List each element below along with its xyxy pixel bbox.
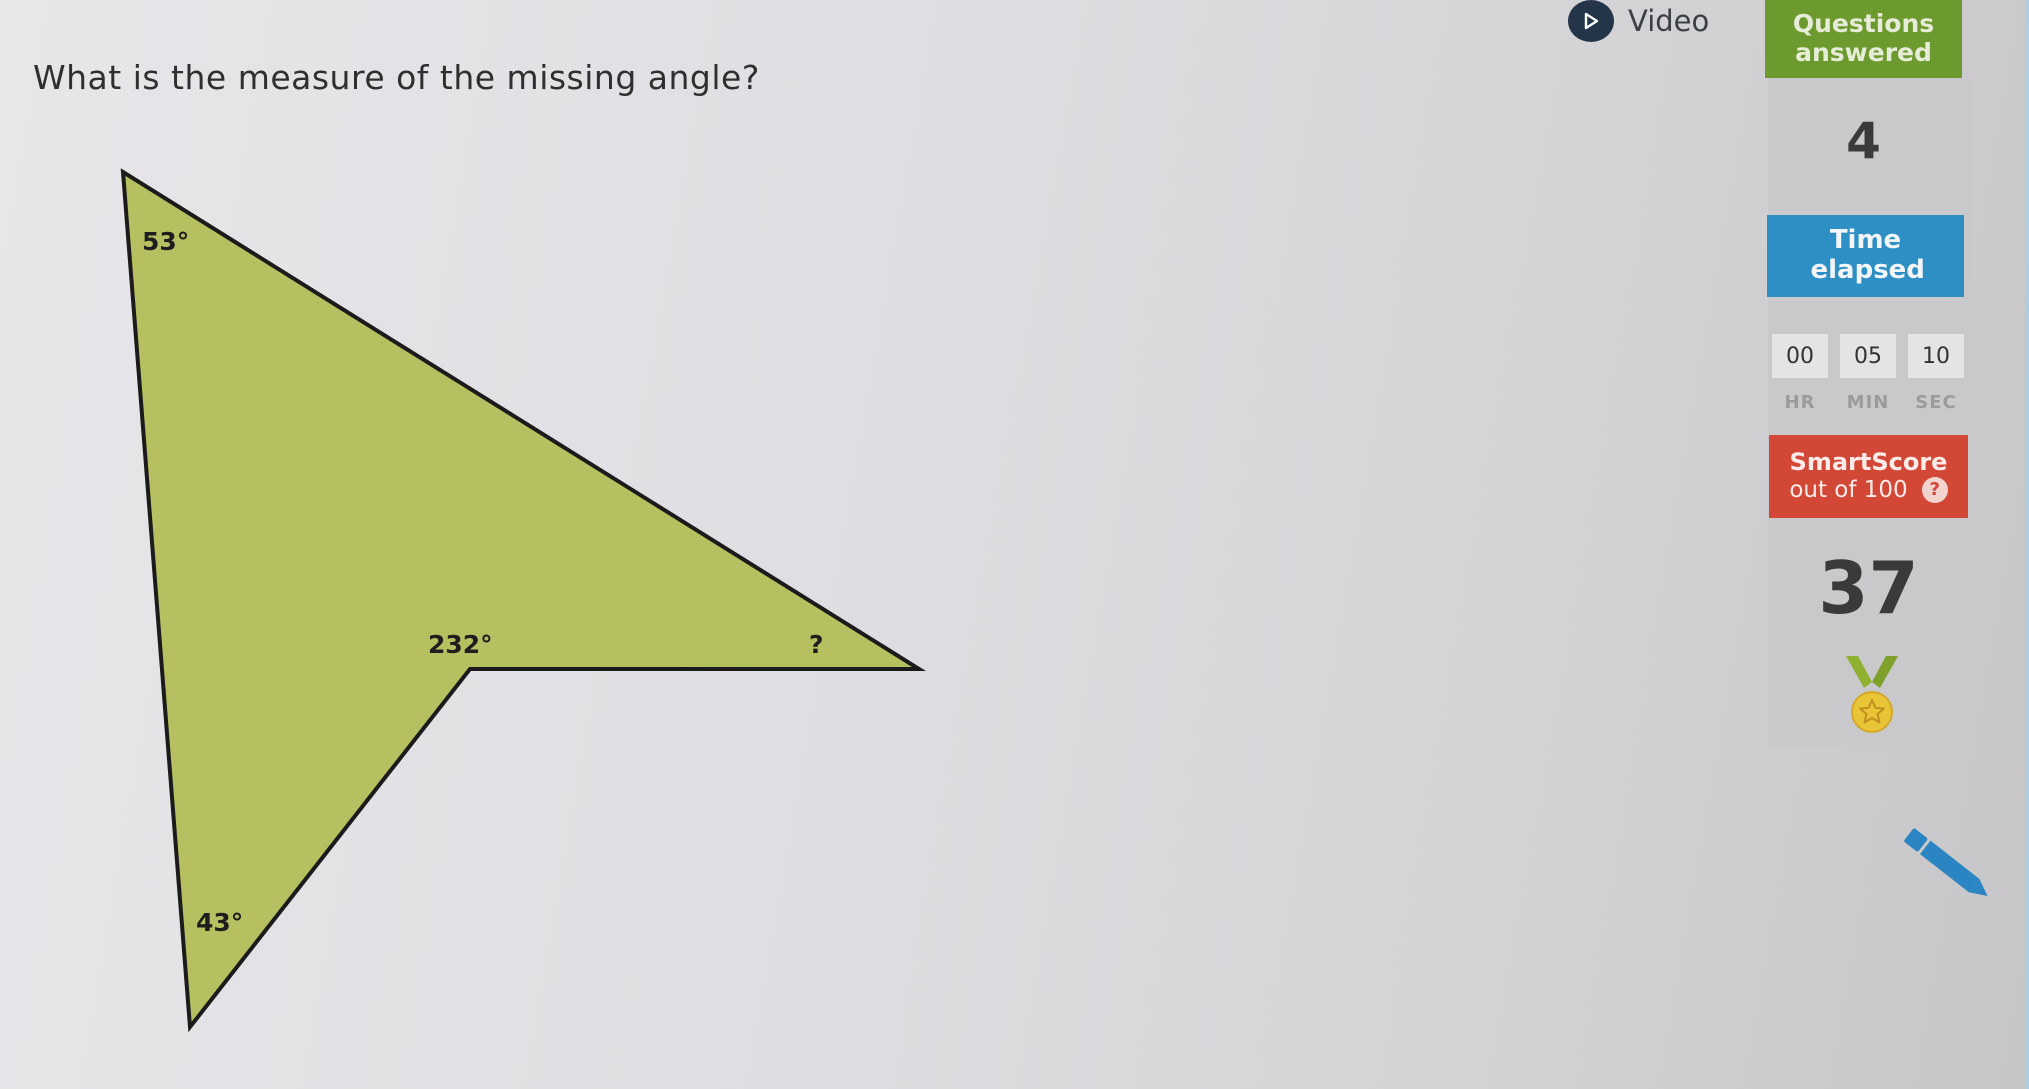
time-minutes: 05 MIN: [1840, 334, 1896, 413]
time-seconds: 10 SEC: [1908, 334, 1964, 413]
time-minutes-unit: MIN: [1846, 392, 1890, 413]
time-hours: 00 HR: [1772, 334, 1828, 413]
angle-label-bottom: 43°: [196, 908, 243, 937]
video-label: Video: [1628, 4, 1710, 38]
medal-icon: [1846, 656, 1898, 733]
time-elapsed-header: Time elapsed: [1767, 215, 1964, 297]
time-seconds-unit: SEC: [1915, 392, 1957, 413]
questions-answered-value: 4: [1846, 112, 1881, 170]
video-link[interactable]: Video: [1568, 0, 1709, 42]
angle-label-top: 53°: [142, 227, 189, 256]
time-seconds-value: 10: [1908, 334, 1964, 378]
concave-quadrilateral: [120, 168, 926, 1033]
smartscore-value: 37: [1818, 546, 1919, 630]
smartscore-sublabel: out of 100: [1789, 477, 1908, 504]
questions-answered-label: Questions answered: [1792, 9, 1935, 67]
questions-answered-header: Questions answered: [1765, 0, 1962, 78]
time-minutes-value: 05: [1840, 334, 1896, 378]
window-edge: [2025, 0, 2029, 1089]
angle-label-reflex: 232°: [428, 630, 493, 659]
time-elapsed-label: Time elapsed: [1810, 225, 1925, 285]
play-circle-icon: [1568, 0, 1614, 42]
help-icon[interactable]: ?: [1921, 477, 1948, 504]
angle-figure: 53° 232° ? 43°: [120, 168, 926, 1033]
time-hours-unit: HR: [1784, 392, 1816, 413]
time-elapsed-display: 00 HR 05 MIN 10 SEC: [1772, 334, 1964, 413]
time-hours-value: 00: [1772, 334, 1828, 378]
smartscore-header: SmartScore out of 100 ?: [1769, 435, 1968, 518]
smartscore-label: SmartScore: [1789, 448, 1948, 477]
angle-label-missing: ?: [809, 630, 824, 659]
smartscore-subtitle: out of 100 ?: [1789, 477, 1948, 504]
pencil-icon[interactable]: [1892, 824, 2002, 906]
